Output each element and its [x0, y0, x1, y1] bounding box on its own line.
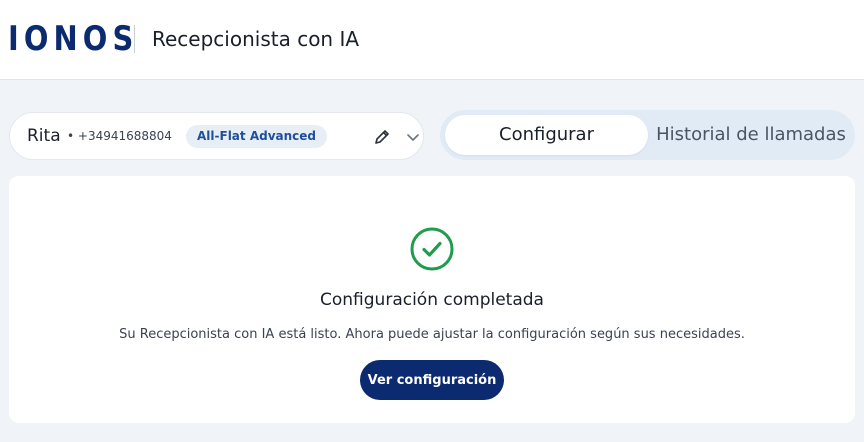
tab-historial-de-llamadas[interactable]: Historial de llamadas: [652, 115, 850, 155]
status-description: Su Recepcionista con IA está listo. Ahor…: [119, 327, 745, 342]
agent-selector[interactable]: Rita • +34941688804 All-Flat Advanced: [9, 112, 424, 160]
ionos-logo[interactable]: IONOS: [8, 20, 138, 58]
tab-configurar[interactable]: Configurar: [445, 115, 648, 155]
app-title: Recepcionista con IA: [152, 27, 360, 51]
check-circle-icon: [409, 226, 455, 272]
pencil-icon[interactable]: [372, 127, 392, 147]
agent-phone: • +34941688804: [67, 129, 172, 143]
top-header: IONOS Recepcionista con IA: [0, 0, 864, 80]
header-divider: [134, 25, 135, 53]
agent-name: Rita: [27, 126, 61, 146]
status-card: Configuración completada Su Recepcionist…: [9, 176, 855, 423]
view-configuration-button[interactable]: Ver configuración: [360, 360, 504, 400]
chevron-down-icon[interactable]: [403, 127, 423, 147]
status-title: Configuración completada: [320, 290, 544, 310]
plan-badge: All-Flat Advanced: [186, 125, 327, 148]
view-tabs: Configurar Historial de llamadas: [440, 110, 855, 160]
